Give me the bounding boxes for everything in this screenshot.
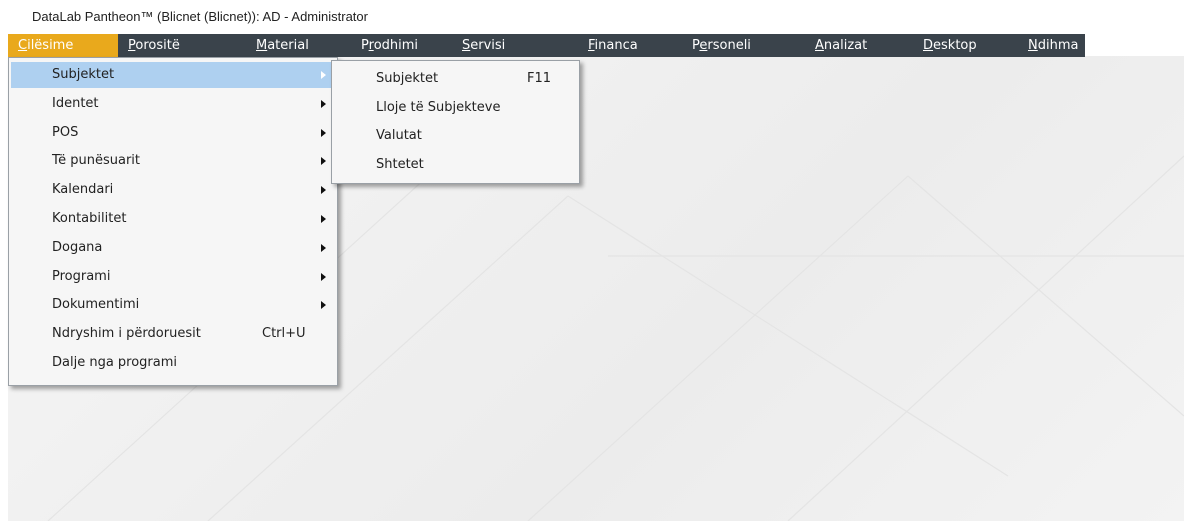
window-title: DataLab Pantheon™ (Blicnet (Blicnet)): A…: [32, 9, 368, 24]
menu-label: Porositë: [128, 38, 180, 53]
menu-label: Material: [256, 38, 309, 53]
dropdown-item-label: Të punësuarit: [52, 153, 141, 169]
dropdown-item-subjektet[interactable]: Subjektet: [11, 62, 335, 88]
shortcut-label: F11: [527, 71, 552, 86]
menu-financa[interactable]: Financa: [578, 34, 682, 57]
submenu-arrow-icon: [321, 186, 326, 195]
dropdown-item-te-punesuarit[interactable]: Të punësuarit: [11, 148, 335, 174]
menu-label: Ndihma: [1028, 38, 1079, 53]
menu-material[interactable]: Material: [246, 34, 351, 57]
menu-label: Analizat: [815, 38, 868, 53]
menu-ndihma[interactable]: Ndihma: [1018, 34, 1085, 57]
dropdown-item-programi[interactable]: Programi: [11, 264, 335, 290]
dropdown-item-dalje-nga-programi[interactable]: Dalje nga programi: [11, 350, 335, 376]
menu-label: Cilësime: [18, 38, 74, 53]
title-bar: DataLab Pantheon™ (Blicnet (Blicnet)): A…: [0, 0, 1184, 34]
menu-porosite[interactable]: Porositë: [118, 34, 246, 57]
dropdown-item-label: Dalje nga programi: [52, 355, 178, 370]
subjektet-submenu: Subjektet F11 Lloje të Subjekteve Valutat Sh…: [331, 60, 580, 184]
menu-label: Servisi: [462, 38, 506, 53]
menu-bar: Cilësime Porositë Material Prodhimi Servisi F…: [8, 34, 1085, 57]
menu-label: Personeli: [692, 38, 751, 53]
dropdown-item-dokumentimi[interactable]: Dokumentimi: [11, 292, 335, 318]
submenu-item-label: Lloje të Subjekteve: [376, 99, 501, 115]
dropdown-item-label: Subjektet: [52, 67, 115, 82]
dropdown-item-pos[interactable]: POS: [11, 120, 335, 146]
dropdown-item-label: Dogana: [52, 239, 103, 255]
submenu-arrow-icon: [321, 272, 326, 281]
submenu-arrow-icon: [321, 71, 326, 79]
submenu-arrow-icon: [321, 301, 326, 310]
dropdown-item-label: Identet: [52, 95, 99, 111]
submenu-item-valutat[interactable]: Valutat: [334, 123, 577, 149]
menu-servisi[interactable]: Servisi: [452, 34, 578, 57]
dropdown-item-dogana[interactable]: Dogana: [11, 235, 335, 261]
dropdown-item-label: POS: [52, 124, 79, 140]
submenu-arrow-icon: [321, 128, 326, 137]
dropdown-item-label: Ndryshim i përdoruesit: [52, 326, 201, 342]
menu-label: Desktop: [923, 38, 977, 53]
dropdown-item-label: Kontabilitet: [52, 211, 127, 226]
shortcut-label: Ctrl+U: [262, 326, 306, 342]
menu-desktop[interactable]: Desktop: [913, 34, 1018, 57]
dropdown-item-identet[interactable]: Identet: [11, 91, 335, 117]
submenu-arrow-icon: [321, 157, 326, 166]
submenu-arrow-icon: [321, 215, 326, 223]
dropdown-item-ndryshim-i-perdoruesit[interactable]: Ndryshim i përdoruesit Ctrl+U: [11, 321, 335, 347]
submenu-arrow-icon: [321, 99, 326, 108]
submenu-item-subjektet[interactable]: Subjektet F11: [334, 66, 577, 92]
submenu-item-label: Valutat: [376, 128, 422, 143]
submenu-arrow-icon: [321, 243, 326, 252]
menu-personeli[interactable]: Personeli: [682, 34, 805, 57]
dropdown-item-kontabilitet[interactable]: Kontabilitet: [11, 206, 335, 232]
menu-prodhimi[interactable]: Prodhimi: [351, 34, 452, 57]
menu-label: Prodhimi: [361, 38, 419, 53]
menu-analizat[interactable]: Analizat: [805, 34, 913, 57]
submenu-item-shtetet[interactable]: Shtetet: [334, 152, 577, 178]
submenu-item-lloje-te-subjekteve[interactable]: Lloje të Subjekteve: [334, 95, 577, 121]
cilesime-dropdown-menu: Subjektet Identet POS Të punësuarit Kalendar…: [8, 57, 338, 386]
menu-label: Financa: [588, 38, 638, 53]
submenu-item-label: Subjektet: [376, 71, 439, 86]
submenu-item-label: Shtetet: [376, 156, 424, 172]
dropdown-item-label: Kalendari: [52, 182, 114, 198]
dropdown-item-label: Dokumentimi: [52, 297, 140, 313]
dropdown-item-label: Programi: [52, 268, 111, 284]
dropdown-item-kalendari[interactable]: Kalendari: [11, 177, 335, 203]
menu-cilesime[interactable]: Cilësime: [8, 34, 118, 57]
